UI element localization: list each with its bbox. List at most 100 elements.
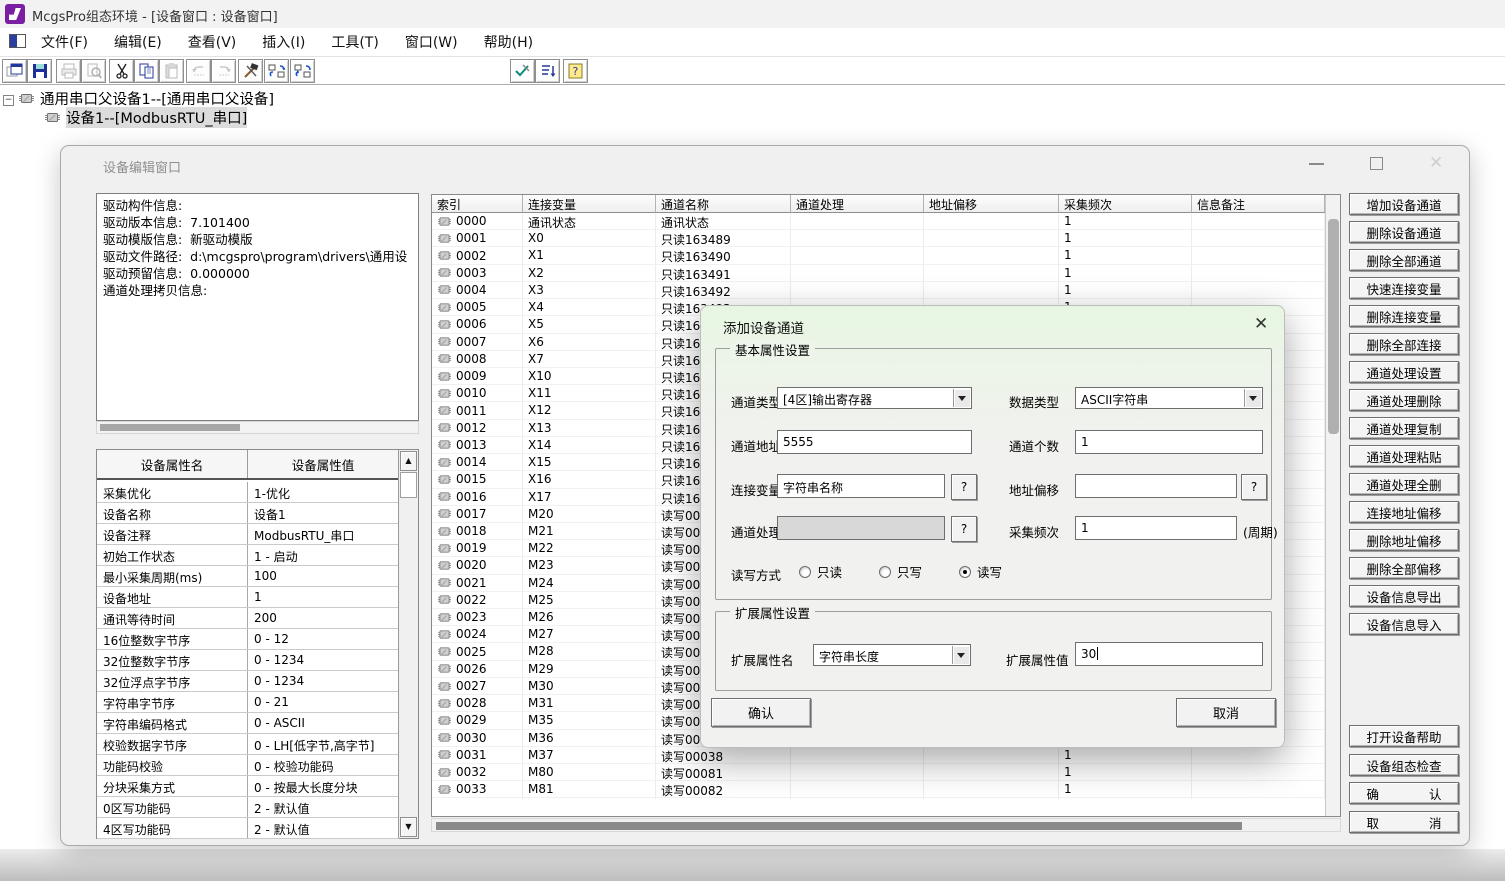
channel-row[interactable]: 0031M37读写000381 xyxy=(432,747,1325,764)
channel-row[interactable]: 0000通讯状态通讯状态1 xyxy=(432,213,1325,230)
bottom-button-3[interactable]: 取 消 xyxy=(1349,811,1459,833)
radio-读写[interactable]: 读写 xyxy=(959,562,1002,581)
property-row[interactable]: 最小采集周期(ms)100 xyxy=(97,566,399,587)
channel-row[interactable]: 0032M80读写000811 xyxy=(432,764,1325,781)
device-transfer-icon[interactable] xyxy=(264,59,289,83)
side-button-10[interactable]: 通道处理全删 xyxy=(1349,473,1459,495)
chevron-down-icon[interactable] xyxy=(952,646,969,664)
save-icon[interactable] xyxy=(27,59,52,83)
channel-column-header[interactable]: 采集频次 xyxy=(1059,195,1192,213)
driver-info-hscrollbar[interactable] xyxy=(96,421,419,434)
scrollbar-thumb[interactable] xyxy=(436,822,1242,830)
property-row[interactable]: 通讯等待时间200 xyxy=(97,608,399,629)
side-button-6[interactable]: 通道处理设置 xyxy=(1349,361,1459,383)
link-variable-input[interactable]: 字符串名称 xyxy=(777,474,945,498)
property-row[interactable]: 功能码校验0 - 校验功能码 xyxy=(97,755,399,776)
side-button-11[interactable]: 连接地址偏移 xyxy=(1349,501,1459,523)
channel-row[interactable]: 0003X2只读1634911 xyxy=(432,265,1325,282)
channel-column-header[interactable]: 地址偏移 xyxy=(924,195,1059,213)
channel-row[interactable]: 0004X3只读1634921 xyxy=(432,282,1325,299)
property-row[interactable]: 字符串字节序0 - 21 xyxy=(97,692,399,713)
scrollbar-thumb[interactable] xyxy=(100,424,240,431)
side-button-8[interactable]: 通道处理复制 xyxy=(1349,417,1459,439)
side-button-14[interactable]: 设备信息导出 xyxy=(1349,585,1459,607)
property-row[interactable]: 初始工作状态1 - 启动 xyxy=(97,545,399,566)
chevron-down-icon[interactable] xyxy=(1244,389,1261,407)
menu-item-3[interactable]: 插入(I) xyxy=(249,28,318,56)
scrollbar-thumb[interactable] xyxy=(400,472,417,498)
side-button-4[interactable]: 删除连接变量 xyxy=(1349,305,1459,327)
link-variable-help-button[interactable]: ? xyxy=(951,474,977,500)
tree-node-device1[interactable]: 设备1--[ModbusRTU_串口] xyxy=(44,107,247,128)
radio-只写[interactable]: 只写 xyxy=(879,562,922,581)
dialog-cancel-button[interactable]: 取消 xyxy=(1176,698,1276,727)
chevron-down-icon[interactable] xyxy=(953,389,970,407)
channel-address-input[interactable]: 5555 xyxy=(777,430,972,454)
tree-collapse-icon[interactable]: − xyxy=(3,95,14,106)
channel-row[interactable]: 0034M82读写000831 xyxy=(432,798,1325,799)
ext-property-value-input[interactable]: 30 xyxy=(1075,642,1263,666)
side-button-3[interactable]: 快速连接变量 xyxy=(1349,277,1459,299)
collect-frequency-input[interactable]: 1 xyxy=(1075,516,1237,540)
ext-property-name-select[interactable]: 字符串长度 xyxy=(813,644,971,666)
property-row[interactable]: 设备地址1 xyxy=(97,587,399,608)
channel-type-select[interactable]: [4区]输出寄存器 xyxy=(777,387,972,409)
radio-button-icon[interactable] xyxy=(959,566,971,578)
new-window-icon[interactable] xyxy=(2,59,27,83)
side-button-1[interactable]: 删除设备通道 xyxy=(1349,221,1459,243)
sort-list-icon[interactable] xyxy=(535,59,560,83)
close-icon[interactable]: ✕ xyxy=(1429,153,1443,173)
radio-只读[interactable]: 只读 xyxy=(799,562,842,581)
bottom-button-0[interactable]: 打开设备帮助 xyxy=(1349,725,1459,747)
menu-item-6[interactable]: 帮助(H) xyxy=(471,28,546,56)
side-button-15[interactable]: 设备信息导入 xyxy=(1349,613,1459,635)
channel-column-header[interactable]: 通道名称 xyxy=(656,195,791,213)
menu-item-4[interactable]: 工具(T) xyxy=(318,28,391,56)
property-row[interactable]: 字符串编码格式0 - ASCII xyxy=(97,713,399,734)
copy-icon[interactable] xyxy=(134,59,159,83)
property-row[interactable]: 分块采集方式0 - 按最大长度分块 xyxy=(97,776,399,797)
minimize-icon[interactable] xyxy=(1309,163,1324,165)
channel-hscrollbar[interactable] xyxy=(431,818,1341,832)
address-offset-help-button[interactable]: ? xyxy=(1241,474,1267,500)
channel-column-header[interactable]: 连接变量 xyxy=(523,195,656,213)
channel-row[interactable]: 0002X1只读1634901 xyxy=(432,247,1325,264)
side-button-13[interactable]: 删除全部偏移 xyxy=(1349,557,1459,579)
channel-vscrollbar[interactable] xyxy=(1325,195,1340,816)
channel-column-header[interactable]: 索引 xyxy=(432,195,523,213)
menu-item-0[interactable]: 文件(F) xyxy=(28,28,101,56)
property-row[interactable]: 设备注释ModbusRTU_串口 xyxy=(97,524,399,545)
bottom-button-1[interactable]: 设备组态检查 xyxy=(1349,754,1459,776)
scroll-down-icon[interactable]: ▼ xyxy=(400,817,417,837)
dialog-confirm-button[interactable]: 确认 xyxy=(711,698,811,727)
side-button-9[interactable]: 通道处理粘贴 xyxy=(1349,445,1459,467)
side-button-5[interactable]: 删除全部连接 xyxy=(1349,333,1459,355)
side-button-2[interactable]: 删除全部通道 xyxy=(1349,249,1459,271)
radio-button-icon[interactable] xyxy=(799,566,811,578)
property-row[interactable]: 32位整数字节序0 - 1234 xyxy=(97,650,399,671)
channel-count-input[interactable]: 1 xyxy=(1075,430,1263,454)
property-row[interactable]: 32位浮点字节序0 - 1234 xyxy=(97,671,399,692)
scroll-up-icon[interactable]: ▲ xyxy=(400,451,417,471)
property-row[interactable]: 0区写功能码2 - 默认值 xyxy=(97,797,399,818)
property-row[interactable]: 16位整数字节序0 - 12 xyxy=(97,629,399,650)
property-row[interactable]: 采集优化1-优化 xyxy=(97,482,399,503)
tree-node-label-selected[interactable]: 设备1--[ModbusRTU_串口] xyxy=(66,107,247,128)
channel-row[interactable]: 0001X0只读1634891 xyxy=(432,230,1325,247)
property-row[interactable]: 设备名称设备1 xyxy=(97,503,399,524)
device-transfer2-icon[interactable] xyxy=(290,59,315,83)
data-type-select[interactable]: ASCII字符串 xyxy=(1075,387,1263,409)
menu-item-1[interactable]: 编辑(E) xyxy=(101,28,175,56)
property-vscrollbar[interactable]: ▲ ▼ xyxy=(398,450,418,838)
tools-icon[interactable] xyxy=(238,59,263,83)
channel-column-header[interactable]: 信息备注 xyxy=(1192,195,1325,213)
address-offset-input[interactable] xyxy=(1075,474,1237,498)
property-row[interactable]: 4区写功能码2 - 默认值 xyxy=(97,818,399,839)
channel-row[interactable]: 0033M81读写000821 xyxy=(432,781,1325,798)
menu-item-5[interactable]: 窗口(W) xyxy=(392,28,471,56)
tree-node-label[interactable]: 通用串口父设备1--[通用串口父设备] xyxy=(40,88,274,109)
dialog-close-icon[interactable]: ✕ xyxy=(1254,314,1268,334)
side-button-12[interactable]: 删除地址偏移 xyxy=(1349,529,1459,551)
validate-icon[interactable] xyxy=(510,59,535,83)
side-button-0[interactable]: 增加设备通道 xyxy=(1349,193,1459,215)
